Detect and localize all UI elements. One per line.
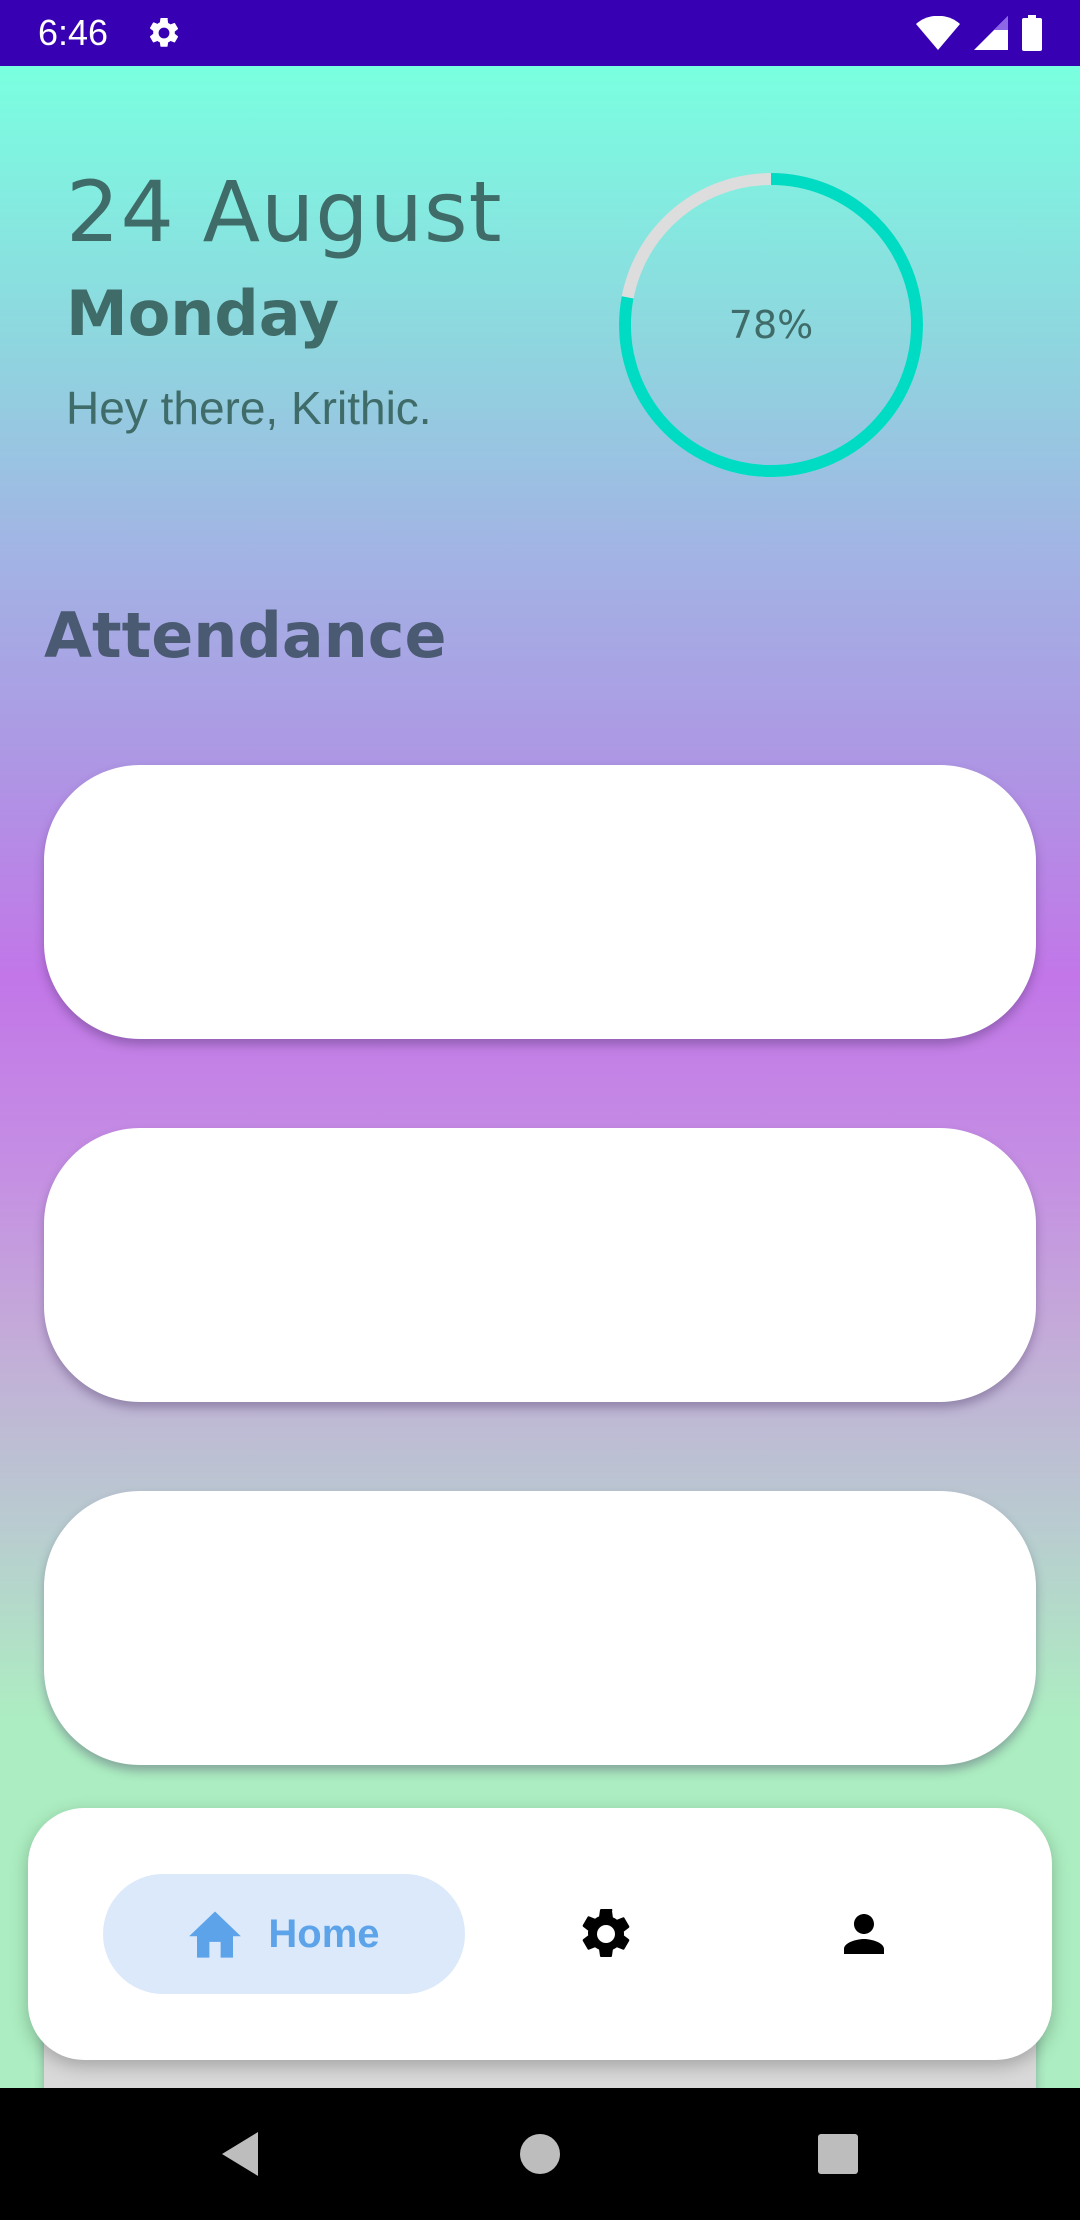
profile-icon[interactable]: [834, 1904, 894, 1964]
status-icons: [916, 14, 1042, 52]
attendance-title: Attendance: [44, 599, 447, 672]
attendance-card[interactable]: [44, 1128, 1036, 1402]
system-navigation-bar: [0, 2088, 1080, 2220]
settings-icon[interactable]: [576, 1904, 636, 1964]
attendance-card[interactable]: [44, 1491, 1036, 1765]
recents-icon[interactable]: [802, 2118, 874, 2190]
date-heading: 24 August: [66, 163, 503, 261]
nav-home-label: Home: [268, 1911, 380, 1956]
home-circle-icon[interactable]: [504, 2118, 576, 2190]
back-icon[interactable]: [204, 2118, 276, 2190]
cellular-signal-icon: [974, 16, 1008, 50]
status-bar: 6:46: [0, 0, 1080, 66]
status-time: 6:46: [38, 12, 109, 53]
weekday-heading: Monday: [66, 277, 340, 350]
settings-gear-icon: [149, 17, 179, 47]
greeting-text: Hey there, Krithic.: [66, 382, 432, 434]
wifi-icon: [916, 16, 960, 50]
attendance-card[interactable]: [44, 765, 1036, 1039]
bottom-navigation: Home: [28, 1808, 1052, 2060]
attendance-percentage: 78%: [728, 303, 814, 347]
home-screen: 24 August Monday Hey there, Krithic. 78%…: [0, 66, 1080, 2088]
nav-home-button[interactable]: Home: [103, 1874, 465, 1994]
home-icon: [189, 1911, 242, 1958]
battery-icon: [1022, 15, 1042, 51]
